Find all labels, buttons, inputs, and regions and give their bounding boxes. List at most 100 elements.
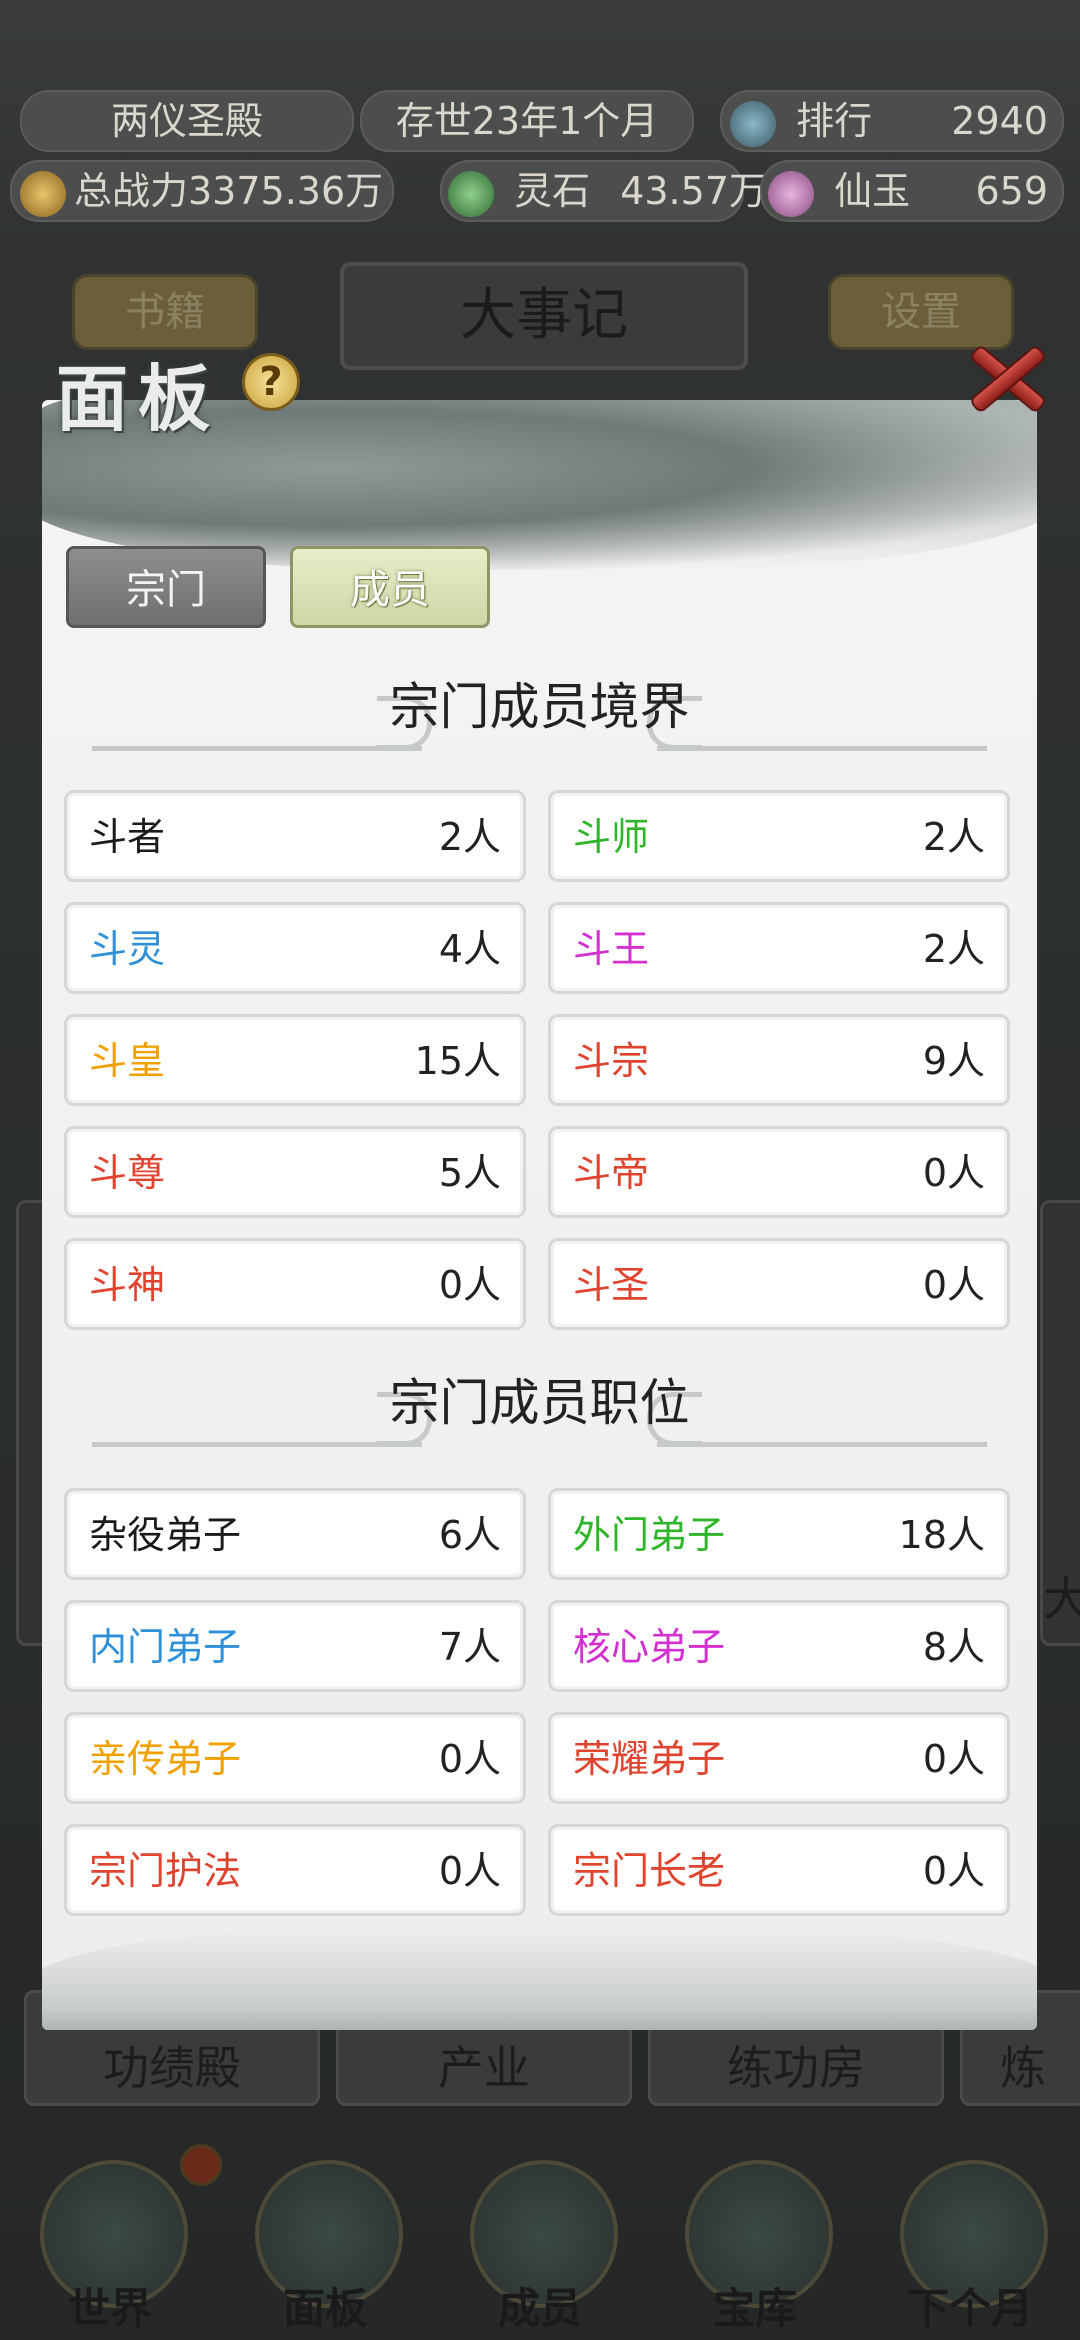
stat-count: 0人	[438, 1737, 501, 1781]
spirit-stone-icon	[448, 170, 494, 217]
right-side-panel: 大	[1040, 1200, 1080, 1646]
stat-count: 0人	[922, 1849, 985, 1893]
member-stat-cell: 斗者 2人	[64, 790, 526, 882]
jade-pill: 仙玉 659	[760, 160, 1064, 222]
nav-members[interactable]: 成员	[440, 2130, 640, 2340]
rank-value: 2940	[951, 99, 1048, 143]
jade-label: 仙玉	[834, 169, 911, 213]
member-stat-cell: 斗师 2人	[548, 790, 1010, 882]
member-stat-cell: 荣耀弟子 0人	[548, 1712, 1010, 1804]
member-stat-cell: 斗灵 4人	[64, 902, 526, 994]
stat-count: 18人	[898, 1513, 985, 1557]
power-icon	[20, 170, 66, 217]
bottom-nav: 世界 面板 成员 宝库 下个月	[0, 2130, 1080, 2340]
right-edge-char: 大	[1043, 1572, 1080, 1626]
member-stat-cell: 宗门长老 0人	[548, 1824, 1010, 1916]
stat-name: 宗门长老	[573, 1849, 726, 1893]
power-pill: 总战力3375.36万	[10, 160, 394, 222]
stat-name: 斗宗	[573, 1039, 650, 1083]
member-stat-cell: 核心弟子 8人	[548, 1600, 1010, 1692]
stat-name: 宗门护法	[89, 1849, 242, 1893]
stat-count: 0人	[922, 1263, 985, 1307]
rank-icon	[730, 100, 776, 147]
member-stat-cell: 宗门护法 0人	[64, 1824, 526, 1916]
stat-name: 核心弟子	[573, 1625, 726, 1669]
sect-age: 存世23年1个月	[395, 99, 659, 143]
status-bar: 两仪圣殿 存世23年1个月 排行 2940 总战力3375.36万 灵石 43.…	[0, 80, 1080, 240]
books-button[interactable]: 书籍	[72, 274, 258, 350]
age-pill: 存世23年1个月	[360, 90, 694, 152]
stat-name: 外门弟子	[573, 1513, 726, 1557]
stat-name: 亲传弟子	[89, 1737, 242, 1781]
stat-count: 8人	[922, 1625, 985, 1669]
close-icon[interactable]	[960, 332, 1050, 422]
tab-sect[interactable]: 宗门	[66, 546, 266, 628]
stat-count: 2人	[922, 815, 985, 859]
member-stat-cell: 斗宗 9人	[548, 1014, 1010, 1106]
jade-icon	[768, 170, 814, 217]
panel-paper: 宗门 成员 宗门成员境界 斗者 2人 斗师 2人 斗灵 4人 斗王 2人 斗皇 15人 斗宗 9人 斗尊…	[42, 400, 1037, 2030]
member-stat-cell: 斗王 2人	[548, 902, 1010, 994]
stat-name: 内门弟子	[89, 1625, 242, 1669]
jade-value: 659	[975, 169, 1048, 213]
stat-count: 15人	[414, 1039, 501, 1083]
nav-world-label: 世界	[67, 2284, 152, 2333]
nav-panel[interactable]: 面板	[225, 2130, 425, 2340]
scroll-bottom-decoration	[42, 1930, 1037, 2030]
nav-next-month-label: 下个月	[906, 2284, 1033, 2333]
member-panel-modal: 宗门 成员 宗门成员境界 斗者 2人 斗师 2人 斗灵 4人 斗王 2人 斗皇 15人 斗宗 9人 斗尊…	[42, 340, 1037, 2030]
stat-name: 斗尊	[89, 1151, 166, 1195]
member-stat-cell: 亲传弟子 0人	[64, 1712, 526, 1804]
stat-name: 斗灵	[89, 927, 166, 971]
stat-name: 斗王	[573, 927, 650, 971]
sect-name: 两仪圣殿	[110, 99, 263, 143]
stat-count: 5人	[438, 1151, 501, 1195]
stat-name: 斗师	[573, 815, 650, 859]
member-stat-cell: 斗神 0人	[64, 1238, 526, 1330]
position-section-title: 宗门成员职位	[389, 1374, 690, 1432]
stat-name: 斗者	[89, 815, 166, 859]
stat-count: 9人	[922, 1039, 985, 1083]
tab-members[interactable]: 成员	[290, 546, 490, 628]
stat-count: 0人	[438, 1849, 501, 1893]
member-stat-cell: 杂役弟子 6人	[64, 1488, 526, 1580]
stat-name: 斗神	[89, 1263, 166, 1307]
spirit-stone-pill: 灵石 43.57万	[440, 160, 767, 222]
nav-members-label: 成员	[497, 2284, 582, 2333]
stat-count: 7人	[438, 1625, 501, 1669]
stat-name: 斗圣	[573, 1263, 650, 1307]
nav-next-month[interactable]: 下个月	[870, 2130, 1070, 2340]
stat-name: 斗皇	[89, 1039, 166, 1083]
sect-name-pill: 两仪圣殿	[20, 90, 354, 152]
nav-world[interactable]: 世界	[10, 2130, 222, 2340]
nav-panel-label: 面板	[282, 2284, 367, 2333]
spirit-stone-value: 43.57万	[620, 169, 767, 213]
stat-count: 0人	[922, 1737, 985, 1781]
nav-treasury-label: 宝库	[712, 2284, 797, 2333]
stat-count: 0人	[438, 1263, 501, 1307]
help-icon[interactable]: ?	[242, 353, 300, 411]
spirit-stone-label: 灵石	[514, 169, 591, 213]
stat-count: 0人	[922, 1151, 985, 1195]
stat-name: 杂役弟子	[89, 1513, 242, 1557]
realm-section-header: 宗门成员境界	[92, 672, 987, 762]
stat-name: 荣耀弟子	[573, 1737, 726, 1781]
member-stat-cell: 斗帝 0人	[548, 1126, 1010, 1218]
member-stat-cell: 斗圣 0人	[548, 1238, 1010, 1330]
stat-count: 6人	[438, 1513, 501, 1557]
stat-name: 斗帝	[573, 1151, 650, 1195]
realm-section-title: 宗门成员境界	[389, 678, 690, 736]
stat-count: 2人	[438, 815, 501, 859]
rank-label: 排行	[796, 99, 873, 143]
stat-count: 2人	[922, 927, 985, 971]
notification-badge	[180, 2144, 222, 2186]
member-stat-cell: 斗尊 5人	[64, 1126, 526, 1218]
nav-treasury[interactable]: 宝库	[655, 2130, 855, 2340]
panel-title: 面板	[56, 356, 221, 441]
member-stat-cell: 内门弟子 7人	[64, 1600, 526, 1692]
total-power: 总战力3375.36万	[74, 169, 384, 213]
stat-count: 4人	[438, 927, 501, 971]
member-stat-cell: 外门弟子 18人	[548, 1488, 1010, 1580]
rank-pill[interactable]: 排行 2940	[720, 90, 1064, 152]
member-stat-cell: 斗皇 15人	[64, 1014, 526, 1106]
